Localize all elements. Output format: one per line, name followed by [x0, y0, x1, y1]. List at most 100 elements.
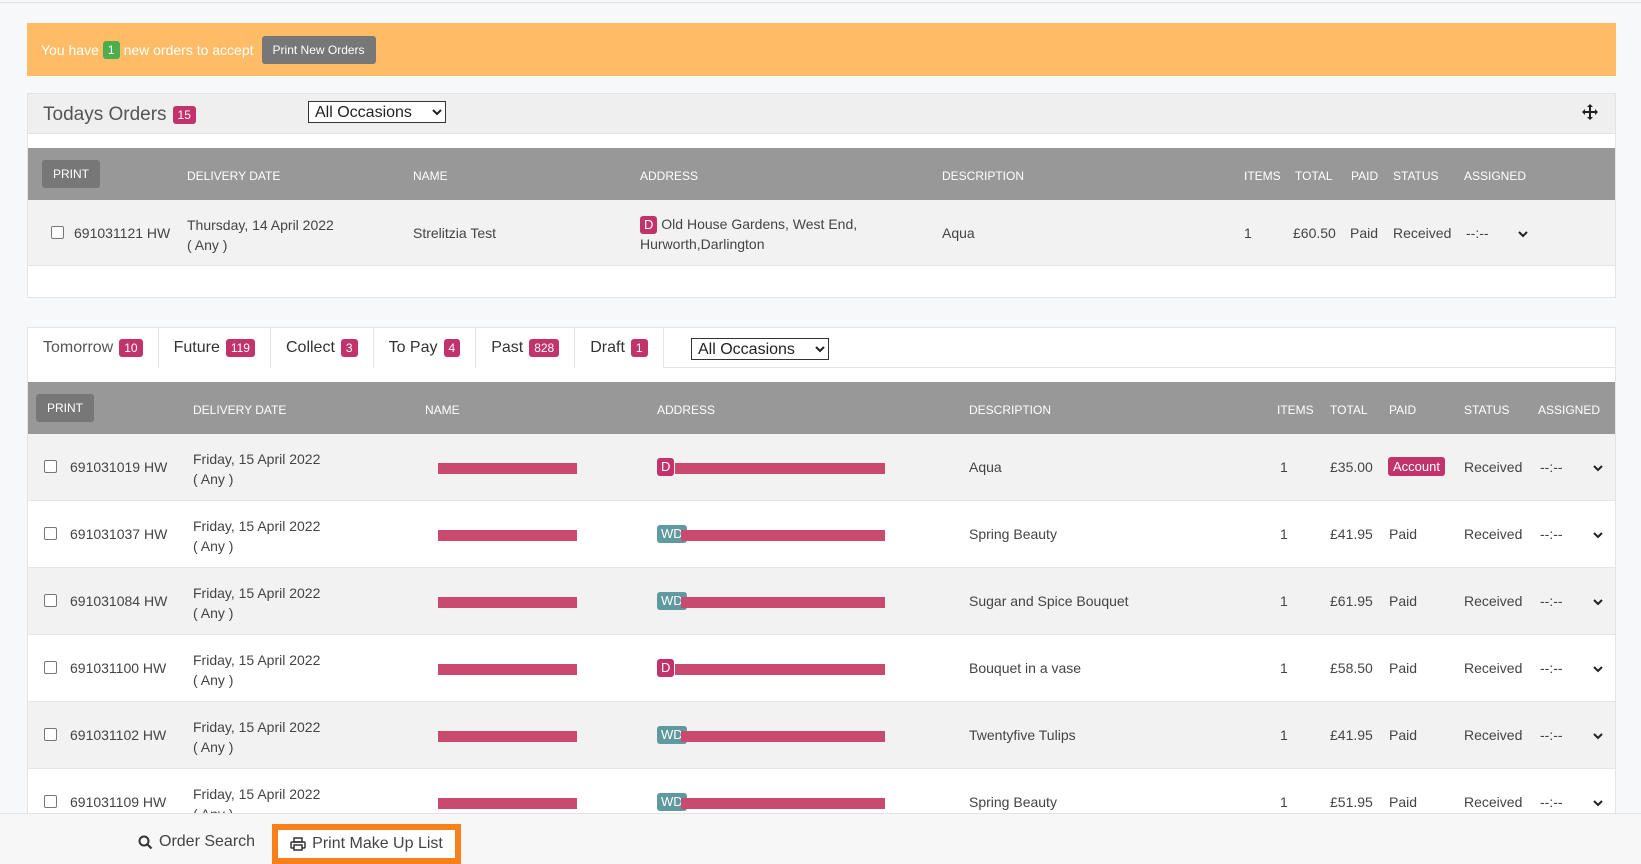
delivery-date-text: Friday, 15 April 2022	[193, 719, 321, 735]
row-checkbox[interactable]	[44, 728, 57, 741]
assigned-time: --:--	[1540, 727, 1563, 743]
tab-collect[interactable]: Collect 3	[270, 328, 374, 368]
tabs-occasion-select[interactable]: All Occasions	[691, 338, 829, 360]
delivery-time-text: ( Any )	[193, 471, 234, 487]
delivery-type-badge: D	[657, 458, 675, 476]
tab-count-badge: 10	[119, 339, 143, 357]
col-paid: PAID	[1351, 169, 1379, 183]
order-number[interactable]: 691031084 HW	[70, 593, 167, 609]
row-checkbox[interactable]	[44, 661, 57, 674]
order-number[interactable]: 691031037 HW	[70, 526, 167, 542]
total: £41.95	[1330, 526, 1373, 542]
delivery-date: Friday, 15 April 2022 ( Any )	[193, 583, 320, 623]
table-row[interactable]: 691031102 HW Friday, 15 April 2022 ( Any )…	[28, 702, 1615, 769]
alert-suffix: new orders to accept	[123, 41, 254, 58]
tomorrow-rows: 691031019 HW Friday, 15 April 2022 ( Any )…	[28, 434, 1615, 836]
print-make-up-label: Print Make Up List	[312, 835, 443, 852]
order-number[interactable]: 691031102 HW	[70, 727, 166, 743]
row-checkbox[interactable]	[44, 795, 57, 808]
chevron-down-icon[interactable]	[1592, 797, 1604, 809]
order-number[interactable]: 691031109 HW	[70, 794, 166, 810]
redacted-address	[681, 597, 885, 608]
order-search-label: Order Search	[159, 833, 256, 850]
tab-past[interactable]: Past 828	[476, 328, 576, 368]
order-status: Received	[1464, 593, 1523, 609]
delivery-time-text: ( Any )	[193, 605, 234, 621]
tab-to-pay[interactable]: To Pay 4	[373, 328, 477, 368]
row-checkbox[interactable]	[44, 460, 57, 473]
col-status: STATUS	[1393, 169, 1439, 183]
redacted-name	[438, 664, 577, 675]
tab-tomorrow[interactable]: Tomorrow 10	[28, 328, 159, 368]
items: 1	[1244, 225, 1252, 241]
table-row[interactable]: 691031084 HW Friday, 15 April 2022 ( Any )…	[28, 568, 1615, 635]
order-number[interactable]: 691031019 HW	[70, 459, 167, 475]
order-search-link[interactable]: Order Search	[138, 833, 255, 851]
row-checkbox[interactable]	[51, 226, 64, 239]
print-selected-today-button[interactable]: Print	[42, 160, 100, 188]
delivery-date-text: Thursday, 14 April 2022	[187, 217, 334, 233]
paid-status: Paid	[1350, 225, 1379, 241]
col-items: ITEMS	[1244, 169, 1281, 183]
top-divider	[0, 2, 1641, 3]
delivery-time-text: ( Any )	[187, 237, 228, 253]
paid-status: Paid	[1389, 794, 1418, 810]
col-name: NAME	[413, 169, 448, 183]
tomorrow-table-header: Print DELIVERY DATE NAME ADDRESS DESCRIP…	[28, 382, 1615, 434]
delivery-date: Thursday, 14 April 2022 ( Any )	[187, 215, 334, 255]
chevron-down-icon[interactable]	[1592, 596, 1604, 608]
todays-occasion-select[interactable]: All Occasions	[308, 101, 446, 123]
paid-status: Paid	[1389, 593, 1418, 609]
col-items: ITEMS	[1277, 403, 1314, 417]
orders-tabs-panel: Tomorrow 10 Future 119 Collect 3 To Pay …	[27, 327, 1616, 864]
chevron-down-icon[interactable]	[1517, 228, 1529, 240]
table-row[interactable]: 691031121 HW Thursday, 14 April 2022 ( A…	[28, 200, 1615, 266]
delivery-time-text: ( Any )	[193, 672, 234, 688]
total: £58.50	[1330, 660, 1373, 676]
col-description: DESCRIPTION	[942, 169, 1025, 183]
order-status: Received	[1464, 526, 1523, 542]
table-row[interactable]: 691031037 HW Friday, 15 April 2022 ( Any )…	[28, 501, 1615, 568]
print-new-orders-button[interactable]: Print New Orders	[261, 35, 376, 64]
redacted-address	[675, 463, 885, 474]
tab-future[interactable]: Future 119	[158, 328, 271, 368]
paid-status-badge: Account	[1388, 457, 1445, 476]
tab-label: Future	[173, 339, 220, 356]
print-make-up-list-button[interactable]: Print Make Up List	[272, 824, 461, 864]
total: £41.95	[1330, 727, 1373, 743]
delivery-date-text: Friday, 15 April 2022	[193, 518, 321, 534]
col-name: NAME	[425, 403, 460, 417]
redacted-address	[681, 731, 885, 742]
table-row[interactable]: 691031100 HW Friday, 15 April 2022 ( Any )…	[28, 635, 1615, 702]
delivery-date-text: Friday, 15 April 2022	[193, 451, 321, 467]
items: 1	[1280, 727, 1288, 743]
redacted-name	[438, 798, 577, 809]
tab-label: Collect	[285, 339, 335, 356]
description: Spring Beauty	[969, 526, 1057, 542]
order-status: Received	[1464, 727, 1523, 743]
col-total: TOTAL	[1330, 403, 1368, 417]
table-row[interactable]: 691031019 HW Friday, 15 April 2022 ( Any )…	[28, 434, 1615, 501]
col-assigned: ASSIGNED	[1538, 403, 1601, 417]
chevron-down-icon[interactable]	[1592, 462, 1604, 474]
tab-count-badge: 4	[443, 339, 461, 357]
col-address: ADDRESS	[657, 403, 716, 417]
address-line-1: Old House Gardens, West End,	[661, 216, 858, 232]
order-number[interactable]: 691031121 HW	[74, 225, 170, 241]
order-number[interactable]: 691031100 HW	[70, 660, 166, 676]
address-line-2: Hurworth,Darlington	[640, 236, 765, 252]
row-checkbox[interactable]	[44, 527, 57, 540]
tab-draft[interactable]: Draft 1	[575, 328, 664, 368]
spacer	[28, 368, 1615, 382]
description: Spring Beauty	[969, 794, 1057, 810]
move-icon[interactable]	[1581, 103, 1599, 121]
row-checkbox[interactable]	[44, 594, 57, 607]
chevron-down-icon[interactable]	[1592, 730, 1604, 742]
chevron-down-icon[interactable]	[1592, 529, 1604, 541]
assigned-time: --:--	[1540, 660, 1563, 676]
description: Aqua	[969, 459, 1002, 475]
items: 1	[1280, 660, 1288, 676]
delivery-time-text: ( Any )	[193, 739, 234, 755]
print-selected-button[interactable]: Print	[36, 394, 94, 422]
chevron-down-icon[interactable]	[1592, 663, 1604, 675]
